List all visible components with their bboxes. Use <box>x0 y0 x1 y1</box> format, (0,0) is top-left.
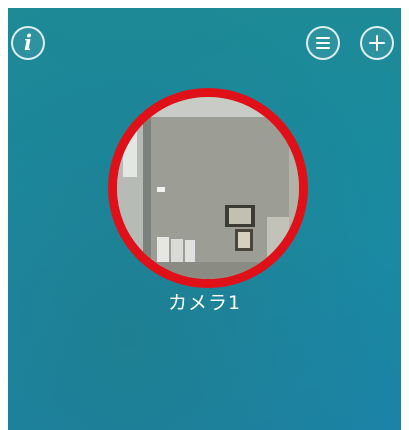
info-button[interactable]: i <box>11 26 45 60</box>
camera-thumbnail[interactable] <box>108 88 308 288</box>
camera-name-label: カメラ1 <box>167 292 242 314</box>
plus-icon <box>369 35 385 51</box>
info-icon: i <box>24 29 32 55</box>
menu-icon <box>316 37 330 49</box>
camera-list-screen: i カメラ1 <box>8 8 401 430</box>
camera-preview-image <box>117 97 299 279</box>
menu-button[interactable] <box>306 26 340 60</box>
add-camera-button[interactable] <box>360 26 394 60</box>
